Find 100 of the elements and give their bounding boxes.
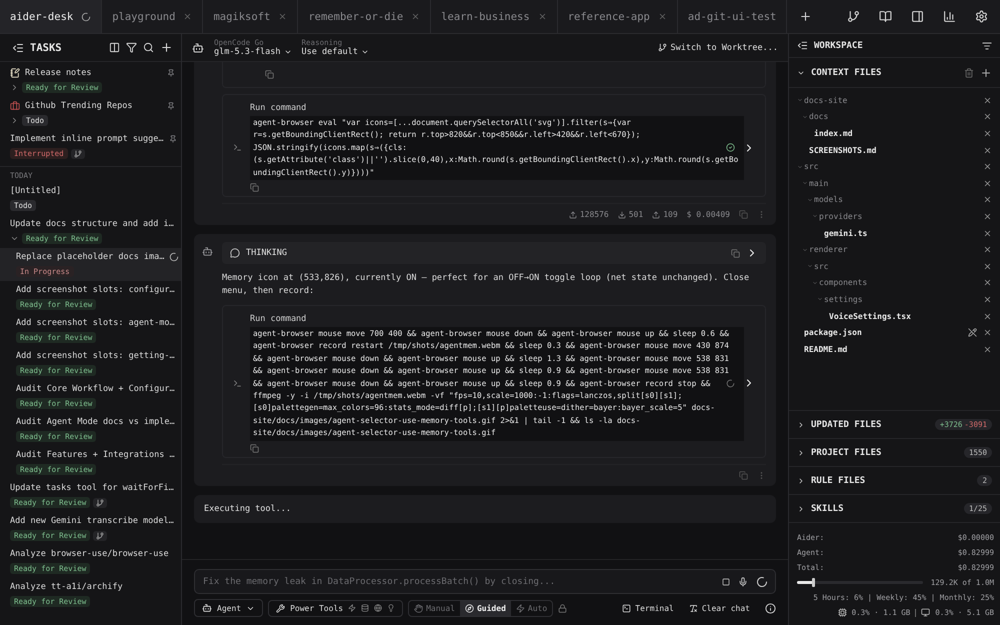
agent-select[interactable]: Agent <box>194 599 264 617</box>
file-row[interactable]: README.md <box>789 340 1000 358</box>
trash-icon[interactable] <box>964 68 974 78</box>
remove-icon[interactable] <box>983 245 992 254</box>
remove-icon[interactable] <box>983 162 992 172</box>
stop-icon[interactable] <box>722 578 730 586</box>
mode-tab[interactable]: Manual <box>409 600 460 616</box>
copy-icon[interactable] <box>250 183 259 192</box>
file-row[interactable]: VoiceSettings.tsx <box>789 308 1000 324</box>
folder-row[interactable]: models <box>789 192 1000 208</box>
terminal-button[interactable]: Terminal <box>622 604 674 612</box>
power-tools-button[interactable]: Power Tools <box>268 600 404 616</box>
remove-icon[interactable] <box>983 294 992 304</box>
info-icon[interactable] <box>765 602 776 614</box>
project-tab[interactable]: learn-business <box>431 0 558 33</box>
spinner-icon <box>169 252 180 262</box>
add-icon[interactable] <box>980 66 992 78</box>
model-select[interactable]: glm-5.3-flash <box>214 47 292 57</box>
folder-row[interactable]: providers <box>789 208 1000 225</box>
thinking-header[interactable]: THINKING <box>222 242 766 264</box>
file-row[interactable]: gemini.ts <box>789 224 1000 242</box>
thinking-label: THINKING <box>246 248 287 258</box>
folder-row[interactable]: main <box>789 174 1000 192</box>
project-tab[interactable]: magiksoft <box>203 0 298 33</box>
folder-row[interactable]: renderer <box>789 241 1000 258</box>
mode-tab[interactable]: Auto <box>510 600 552 616</box>
folder-row[interactable]: components <box>789 274 1000 292</box>
copy-icon[interactable] <box>731 248 740 258</box>
remove-icon[interactable] <box>983 112 992 122</box>
remove-icon[interactable] <box>983 344 992 354</box>
file-name: README.md <box>804 344 848 354</box>
folder-row[interactable]: docs <box>789 108 1000 126</box>
thought-bubble-icon <box>230 248 240 258</box>
search-icon[interactable] <box>143 42 154 53</box>
close-icon[interactable] <box>411 12 420 21</box>
copy-icon[interactable] <box>265 70 274 79</box>
reasoning-select[interactable]: Use default <box>302 47 369 57</box>
remove-icon[interactable] <box>983 328 992 338</box>
chevron-right-icon <box>797 504 805 512</box>
remove-icon[interactable] <box>983 278 992 288</box>
bar-chart-icon[interactable] <box>943 10 956 23</box>
close-icon[interactable] <box>183 12 192 21</box>
menu-icon[interactable] <box>12 42 24 54</box>
file-name: VoiceSettings.tsx <box>829 312 911 321</box>
file-row[interactable]: index.md <box>789 125 1000 142</box>
folder-row[interactable]: docs-site <box>789 92 1000 109</box>
project-tab[interactable]: aider-desk <box>0 0 102 33</box>
settings-icon[interactable] <box>975 10 988 23</box>
remove-icon[interactable] <box>983 228 992 238</box>
prompt-field[interactable]: Fix the memory leak in DataProcessor.processBatch() by closing... <box>194 569 776 594</box>
file-row[interactable]: package.json <box>789 324 1000 341</box>
file-row[interactable]: SCREENSHOTS.md <box>789 142 1000 158</box>
task-title: Add screenshot slots: configur… <box>16 285 175 295</box>
close-icon[interactable] <box>538 12 547 21</box>
sidebar-title: TASKS <box>30 42 62 54</box>
remove-icon[interactable] <box>983 146 992 155</box>
mic-icon[interactable] <box>738 576 748 586</box>
copy-icon[interactable] <box>250 444 259 453</box>
branch-icon[interactable] <box>847 10 860 23</box>
folder-name: renderer <box>809 245 848 254</box>
pin-icon <box>167 69 175 77</box>
remove-icon[interactable] <box>983 178 992 188</box>
worktree-button[interactable]: Switch to Worktree... <box>658 42 778 52</box>
mode-tab[interactable]: Guided <box>460 600 511 616</box>
globe-icon <box>374 604 382 612</box>
task-title: Analyze tt-a1i/archify <box>10 582 123 592</box>
folder-row[interactable]: src <box>789 158 1000 175</box>
filter-icon[interactable] <box>982 40 992 50</box>
usage-stat: $ 0.00409 <box>686 210 730 220</box>
remove-icon[interactable] <box>983 96 992 105</box>
project-tab[interactable]: remember-or-die <box>298 0 432 33</box>
section-header[interactable]: CONTEXT FILES <box>789 58 1000 88</box>
chevron-down-icon[interactable] <box>10 234 19 243</box>
remove-icon[interactable] <box>983 262 992 271</box>
folder-name: docs <box>809 112 828 122</box>
close-icon[interactable] <box>278 12 288 21</box>
chevron-down-icon <box>802 114 808 120</box>
menu-icon[interactable] <box>797 40 808 51</box>
pencil-off-icon[interactable] <box>968 328 977 338</box>
remove-icon[interactable] <box>983 195 992 204</box>
remove-icon[interactable] <box>983 312 992 321</box>
folder-row[interactable]: settings <box>789 291 1000 308</box>
book-icon[interactable] <box>879 10 892 23</box>
monitor-icon <box>921 608 930 617</box>
caret-icon <box>360 48 369 56</box>
download-icon <box>618 210 626 219</box>
clear-chat-button[interactable]: Clear chat <box>688 604 750 612</box>
remove-icon[interactable] <box>983 212 992 221</box>
filter-icon[interactable] <box>126 42 137 53</box>
add-tab-icon[interactable] <box>799 10 812 23</box>
folder-row[interactable]: src <box>789 258 1000 275</box>
project-tab[interactable]: ad-git-ui-test <box>678 0 788 33</box>
project-tab[interactable]: reference-app <box>558 0 678 33</box>
columns-icon[interactable] <box>109 42 120 53</box>
lock-icon[interactable] <box>558 604 568 612</box>
add-icon[interactable] <box>160 41 173 54</box>
close-icon[interactable] <box>658 12 667 21</box>
panel-icon[interactable] <box>911 10 924 23</box>
remove-icon[interactable] <box>983 128 992 138</box>
project-tab[interactable]: playground <box>102 0 204 33</box>
